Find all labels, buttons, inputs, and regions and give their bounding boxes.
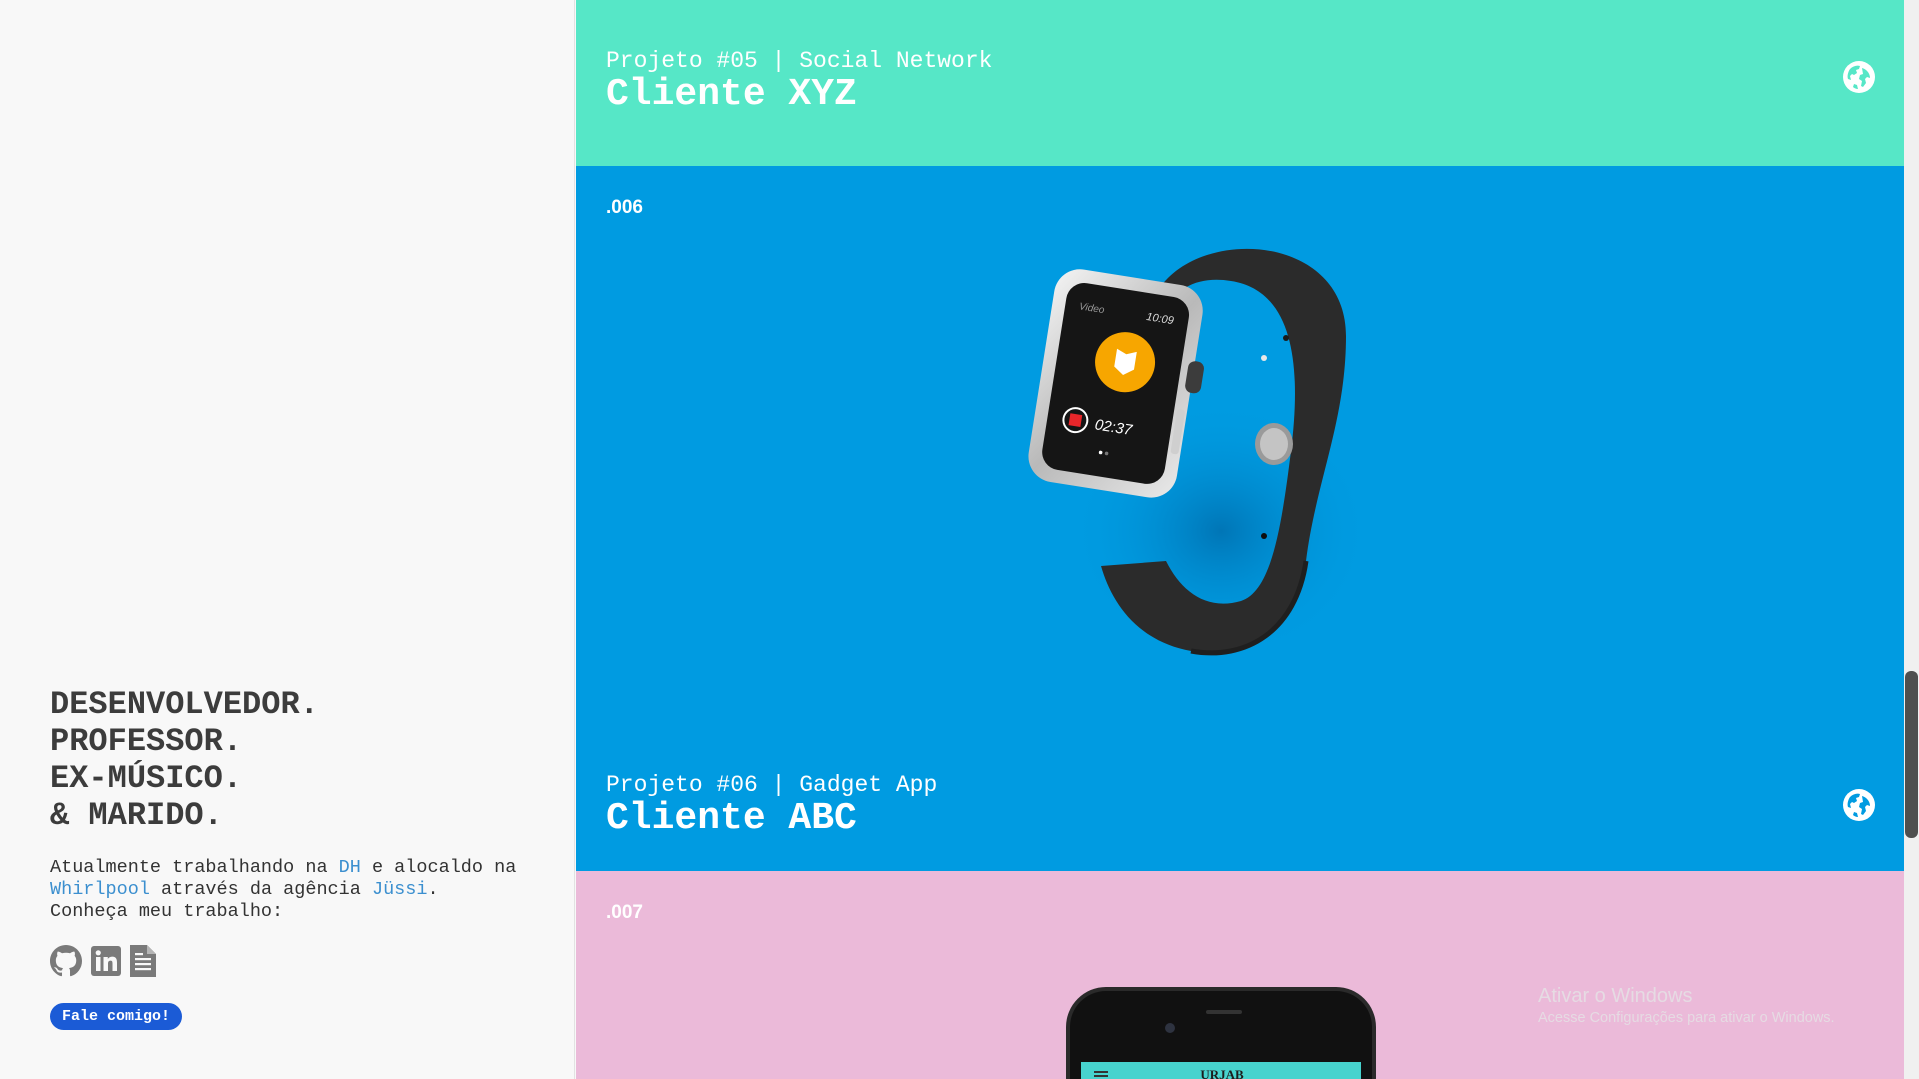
resume-document-icon[interactable] [130, 945, 156, 977]
social-links [50, 945, 156, 977]
smartwatch-image: Video 10:09 02:37 [1016, 231, 1396, 696]
project-card-05[interactable]: Projeto #05 | Social Network Cliente XYZ [576, 0, 1904, 166]
phone-app-name: URJAB [1200, 1067, 1244, 1079]
bio-text-3: através da agência [149, 879, 372, 900]
tagline-line-ex-musician: EX-MÚSICO. [50, 760, 243, 797]
projects-list: Projeto #05 | Social Network Cliente XYZ… [576, 0, 1904, 1079]
scrollbar-thumb[interactable] [1905, 671, 1918, 838]
tagline-line-husband: & MARIDO. [50, 797, 223, 834]
jussi-link[interactable]: Jüssi [372, 879, 428, 900]
bio-text-2: e alocaldo na [360, 857, 517, 878]
tagline-line-teacher: PROFESSOR. [50, 723, 243, 760]
smartphone-image: URJAB [1066, 987, 1386, 1079]
linkedin-icon[interactable] [91, 946, 121, 976]
project-caption: Projeto #05 | Social Network Cliente XYZ [606, 47, 992, 115]
project-number: .007 [606, 902, 643, 923]
github-icon[interactable] [50, 945, 82, 977]
scrollbar-track[interactable] [1904, 0, 1919, 1079]
dh-link[interactable]: DH [339, 857, 361, 878]
project-client-title: Cliente ABC [606, 797, 857, 840]
project-subtitle: Projeto #06 | Gadget App [606, 772, 938, 798]
project-card-06[interactable]: .006 Video 10:09 02:37 Projeto #06 | Gad… [576, 166, 1904, 871]
project-caption: Projeto #06 | Gadget App Cliente ABC [606, 771, 937, 839]
project-card-07[interactable]: .007 URJAB [576, 871, 1904, 1079]
tagline-line-developer: DESENVOLVEDOR. [50, 686, 319, 723]
watermark-subtitle: Acesse Configurações para ativar o Windo… [1538, 1010, 1835, 1026]
project-number: .006 [606, 197, 643, 218]
globe-icon[interactable] [1842, 60, 1876, 94]
contact-button[interactable]: Fale comigo! [50, 1003, 183, 1030]
bio-text: Atualmente trabalhando na DH e alocaldo … [50, 857, 520, 923]
tagline: DESENVOLVEDOR. PROFESSOR. EX-MÚSICO. & M… [50, 686, 319, 834]
watermark-title: Ativar o Windows [1538, 985, 1693, 1007]
project-subtitle: Projeto #05 | Social Network [606, 48, 993, 74]
bio-text-1: Atualmente trabalhando na [50, 857, 339, 878]
whirlpool-link[interactable]: Whirlpool [50, 879, 150, 900]
globe-icon[interactable] [1842, 788, 1876, 822]
sidebar: DESENVOLVEDOR. PROFESSOR. EX-MÚSICO. & M… [0, 0, 575, 1079]
project-client-title: Cliente XYZ [606, 73, 857, 116]
windows-activation-watermark: Ativar o Windows Acesse Configurações pa… [1538, 985, 1835, 1026]
